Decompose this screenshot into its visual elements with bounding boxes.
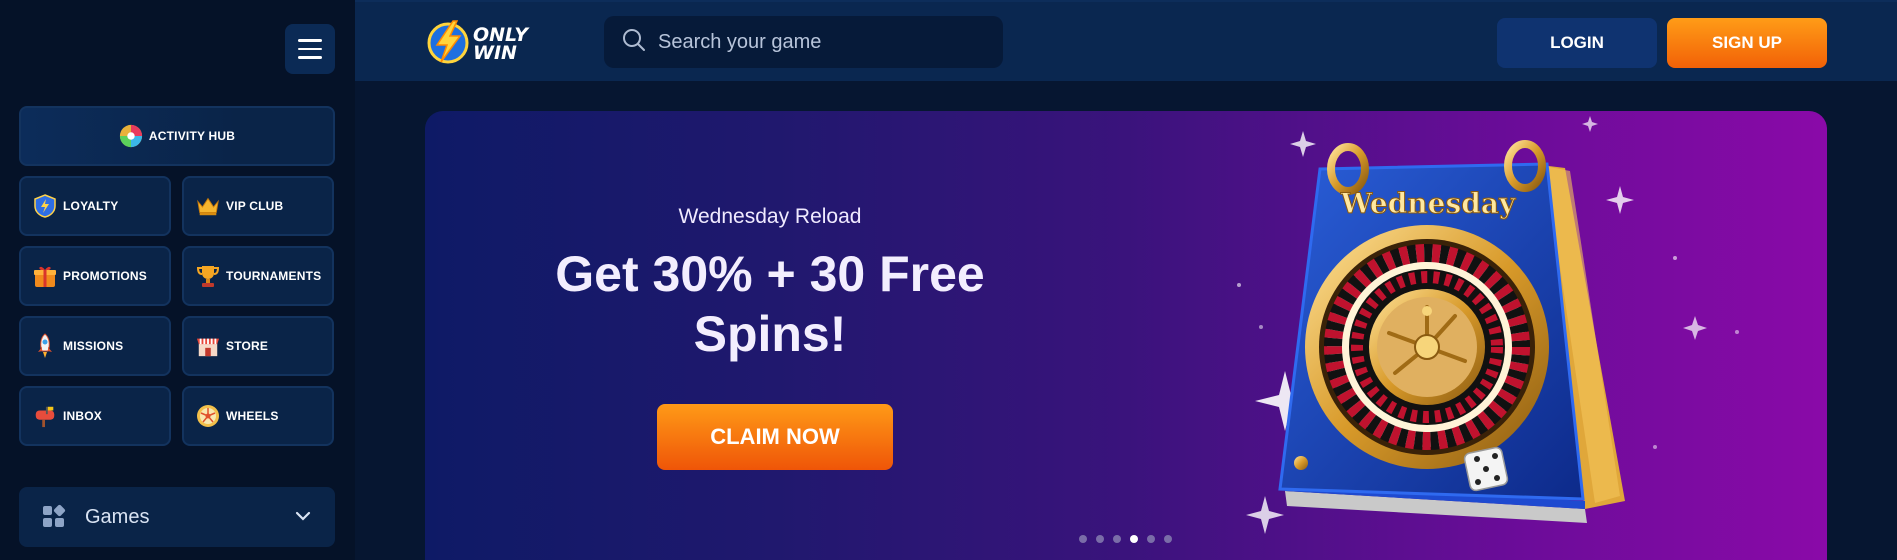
carousel-dot-active[interactable]	[1130, 535, 1138, 543]
sidebar-item-tournaments[interactable]: TOURNAMENTS	[182, 246, 334, 306]
carousel-dot[interactable]	[1113, 535, 1121, 543]
hamburger-menu-button[interactable]	[285, 24, 335, 74]
login-button[interactable]: LOGIN	[1497, 18, 1657, 68]
logo-line-2: WIN	[473, 41, 517, 64]
loyalty-shield-icon	[33, 194, 57, 218]
carousel-dot[interactable]	[1164, 535, 1172, 543]
sidebar-item-loyalty[interactable]: LOYALTY	[19, 176, 171, 236]
gift-icon	[33, 264, 57, 288]
top-header: ONLY WIN LOGIN SIGN UP	[355, 0, 1897, 81]
games-grid-icon	[43, 504, 66, 528]
wheel-icon	[196, 404, 220, 428]
trophy-icon	[196, 264, 220, 288]
sidebar-item-promotions[interactable]: PROMOTIONS	[19, 246, 171, 306]
carousel-dot[interactable]	[1147, 535, 1155, 543]
sidebar-games-dropdown[interactable]: Games	[19, 487, 335, 547]
search-bar[interactable]	[604, 16, 1003, 68]
logo-text: ONLY WIN	[473, 25, 528, 64]
menu-line	[298, 56, 322, 59]
carousel-dot[interactable]	[1096, 535, 1104, 543]
store-icon	[196, 334, 220, 358]
banner-title: Get 30% + 30 Free Spins!	[555, 246, 985, 362]
signup-button[interactable]: SIGN UP	[1667, 18, 1827, 68]
sidebar-item-label: TOURNAMENTS	[226, 269, 322, 283]
carousel-dots	[1079, 535, 1172, 543]
sidebar-item-wheels[interactable]: WHEELS	[182, 386, 334, 446]
calendar-roulette-illustration: Wednesday	[1225, 111, 1827, 560]
sidebar-item-activity-hub[interactable]: ACTIVITY HUB	[19, 106, 335, 166]
sidebar-item-missions[interactable]: MISSIONS	[19, 316, 171, 376]
sidebar-item-label: PROMOTIONS	[63, 269, 148, 283]
only-win-logo[interactable]: ONLY WIN	[425, 18, 528, 69]
banner-subtitle: Wednesday Reload	[678, 205, 862, 228]
sidebar-item-label: VIP CLUB	[226, 199, 284, 213]
sidebar-item-vip-club[interactable]: VIP CLUB	[182, 176, 334, 236]
sidebar-item-label: MISSIONS	[63, 339, 124, 353]
dice	[1463, 446, 1509, 492]
crown-icon	[196, 194, 220, 218]
activity-hub-icon	[119, 124, 143, 148]
calendar-title-text: Wednesday	[1340, 187, 1516, 220]
claim-now-button[interactable]: CLAIM NOW	[657, 404, 893, 470]
roulette-wheel	[1305, 225, 1549, 469]
sidebar-item-label: ACTIVITY HUB	[148, 129, 236, 143]
search-input[interactable]	[658, 30, 978, 54]
sidebar-item-label: INBOX	[63, 409, 103, 423]
carousel-dot[interactable]	[1079, 535, 1087, 543]
rocket-icon	[33, 333, 57, 358]
sidebar-item-store[interactable]: STORE	[182, 316, 334, 376]
search-icon	[622, 28, 646, 57]
sidebar-item-inbox[interactable]: INBOX	[19, 386, 171, 446]
lightning-logo-icon	[425, 18, 471, 69]
chevron-down-icon	[295, 508, 311, 526]
menu-line	[298, 39, 322, 42]
sidebar-item-label: LOYALTY	[63, 199, 119, 213]
mailbox-icon	[33, 404, 57, 428]
sidebar: ACTIVITY HUB LOYALTY VIP CLUB PROMOTIONS…	[0, 0, 355, 560]
menu-line	[298, 47, 322, 51]
sidebar-item-label: WHEELS	[226, 409, 279, 423]
sidebar-item-label: STORE	[226, 339, 269, 353]
promo-banner[interactable]: Wednesday Reload Get 30% + 30 Free Spins…	[425, 111, 1827, 560]
games-label: Games	[85, 505, 150, 528]
